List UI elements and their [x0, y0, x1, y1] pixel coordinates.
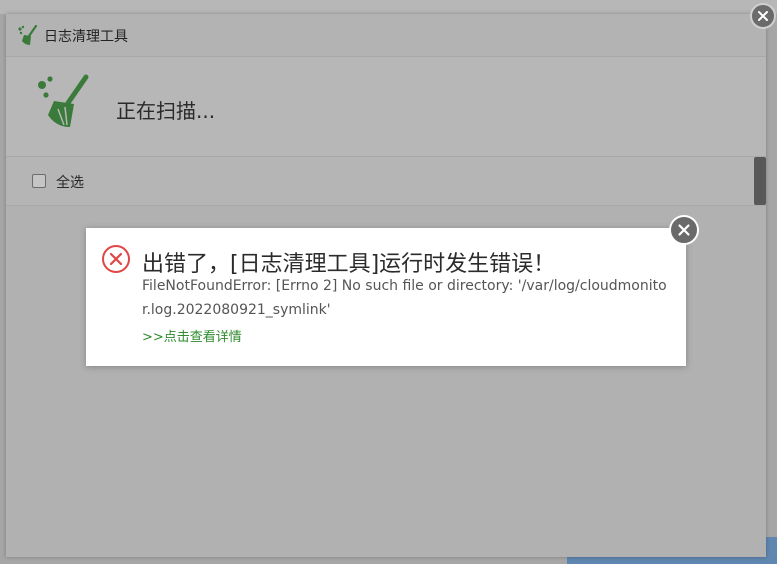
window-titlebar: 日志清理工具: [6, 14, 766, 57]
background-page-strip: [0, 0, 777, 14]
window-title: 日志清理工具: [44, 29, 128, 45]
broom-icon: [18, 24, 38, 45]
scan-header: 正在扫描...: [6, 57, 766, 157]
error-dialog-close-button[interactable]: [669, 215, 699, 245]
scan-status-text: 正在扫描...: [116, 99, 216, 123]
broom-icon: [38, 74, 89, 127]
scrollbar-thumb[interactable]: [754, 157, 766, 205]
view-details-link[interactable]: >>点击查看详情: [142, 326, 242, 345]
close-icon: [678, 224, 690, 236]
error-message: FileNotFoundError: [Errno 2] No such fil…: [142, 278, 667, 318]
error-circle-x-icon: [102, 245, 130, 273]
select-all-label[interactable]: 全选: [56, 172, 84, 192]
select-all-checkbox[interactable]: [32, 174, 46, 188]
error-dialog: 出错了，[日志清理工具]运行时发生错误！ FileNotFoundError: …: [86, 228, 686, 366]
window-close-button[interactable]: [750, 3, 776, 29]
close-icon: [758, 11, 768, 21]
select-all-row: 全选: [6, 157, 766, 206]
